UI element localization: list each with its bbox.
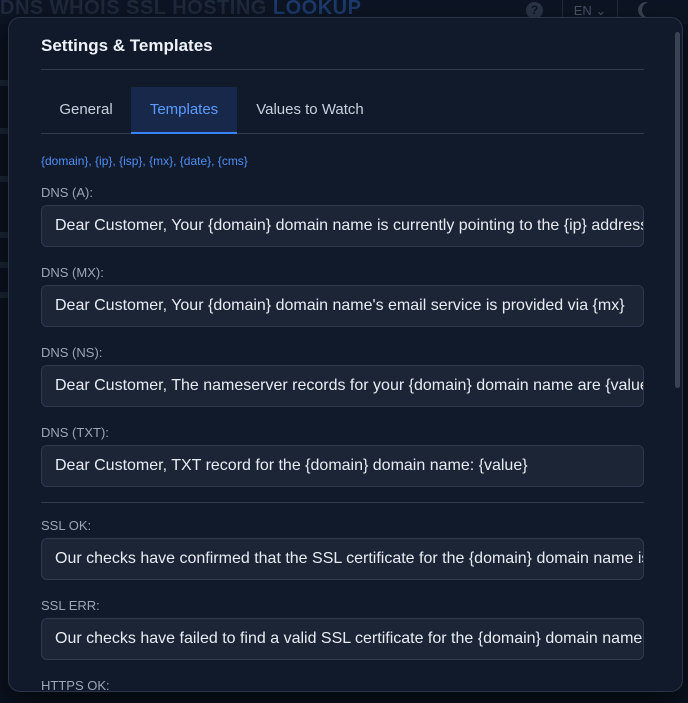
tab-templates[interactable]: Templates [131,87,237,134]
ssl-ok-template-input[interactable]: Our checks have confirmed that the SSL c… [41,538,644,580]
modal-scrollbar[interactable] [672,18,682,691]
modal-title: Settings & Templates [41,36,213,55]
scrollbar-thumb[interactable] [675,32,680,388]
field-label-dns-a: DNS (A): [41,185,93,200]
template-variables-hint: {domain}, {ip}, {isp}, {mx}, {date}, {cm… [41,154,248,168]
tab-general[interactable]: General [41,87,131,134]
dns-mx-template-input[interactable]: Dear Customer, Your {domain} domain name… [41,285,644,327]
ssl-err-template-input[interactable]: Our checks have failed to find a valid S… [41,618,644,660]
settings-tabs: General Templates Values to Watch [41,87,644,134]
section-divider [41,502,644,503]
settings-modal: Settings & Templates General Templates V… [8,17,683,692]
tab-values-to-watch[interactable]: Values to Watch [237,87,383,134]
dns-ns-template-input[interactable]: Dear Customer, The nameserver records fo… [41,365,644,407]
field-label-dns-txt: DNS (TXT): [41,425,109,440]
field-label-ssl-err: SSL ERR: [41,598,100,613]
title-divider [41,69,644,70]
dns-a-template-input[interactable]: Dear Customer, Your {domain} domain name… [41,205,644,247]
field-label-dns-ns: DNS (NS): [41,345,103,360]
field-label-https-ok: HTTPS OK: [41,678,110,692]
theme-toggle-moon-icon[interactable] [642,2,658,18]
dns-txt-template-input[interactable]: Dear Customer, TXT record for the {domai… [41,445,644,487]
field-label-ssl-ok: SSL OK: [41,518,92,533]
field-label-dns-mx: DNS (MX): [41,265,104,280]
